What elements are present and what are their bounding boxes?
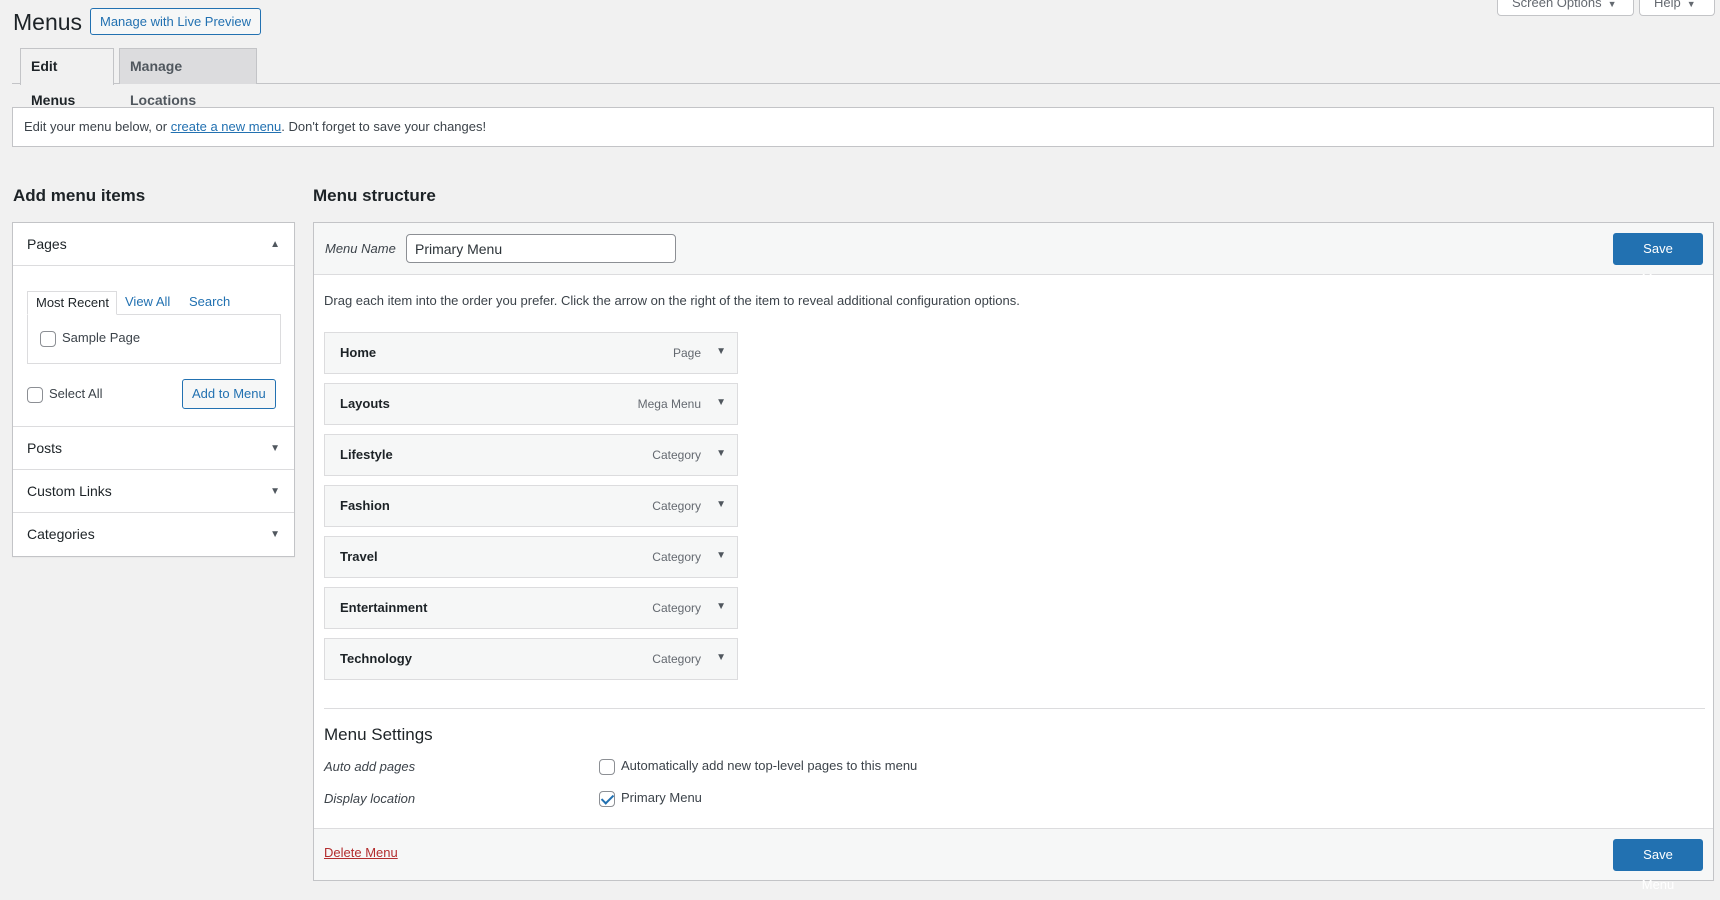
menu-instructions: Drag each item into the order you prefer… [324, 293, 1020, 308]
pages-section-title: Pages [27, 236, 67, 252]
chevron-down-icon[interactable]: ▼ [716, 639, 726, 677]
auto-add-pages-option[interactable]: Automatically add new top-level pages to… [599, 758, 917, 775]
chevron-down-icon[interactable]: ▼ [716, 537, 726, 575]
chevron-up-icon: ▲ [270, 239, 280, 250]
menu-item-title: Fashion [340, 498, 390, 513]
auto-add-pages-checkbox[interactable] [599, 758, 615, 775]
menu-settings-heading: Menu Settings [324, 725, 433, 744]
menu-management-panel: Menu Name Save Menu Drag each item into … [313, 222, 1714, 892]
chevron-down-icon: ▼ [1686, 0, 1696, 9]
menu-item-title: Layouts [340, 396, 390, 411]
chevron-down-icon: ▼ [270, 443, 280, 454]
menu-item[interactable]: Fashion Category ▼ [324, 485, 738, 527]
chevron-down-icon: ▼ [1607, 0, 1617, 9]
settings-divider [324, 708, 1705, 709]
posts-section-header[interactable]: Posts ▼ [13, 427, 294, 470]
sample-page-option[interactable]: Sample Page [40, 330, 140, 347]
tab-view-all[interactable]: View All [125, 291, 170, 315]
menu-footer: Delete Menu Save Menu [314, 828, 1713, 892]
create-new-menu-link[interactable]: create a new menu [171, 119, 282, 134]
manage-live-preview-button[interactable]: Manage with Live Preview [90, 8, 262, 35]
auto-add-pages-text: Automatically add new top-level pages to… [621, 758, 918, 773]
menu-name-input[interactable] [406, 234, 676, 263]
menu-item[interactable]: Layouts Mega Menu ▼ [324, 383, 738, 425]
tab-edit-menus[interactable]: Edit Menus [20, 48, 114, 108]
save-menu-button-bottom[interactable]: Save Menu [1613, 839, 1703, 892]
chevron-down-icon[interactable]: ▼ [716, 486, 726, 524]
tab-manage-locations[interactable]: Manage Locations [119, 48, 257, 108]
categories-section-header[interactable]: Categories ▼ [13, 513, 294, 556]
sample-page-label: Sample Page [62, 330, 141, 345]
chevron-down-icon: ▼ [270, 486, 280, 497]
page-title: Menus [13, 9, 83, 35]
menu-item-title: Home [340, 345, 377, 360]
notice-text: Edit your menu below, or [24, 119, 171, 134]
posts-section-title: Posts [27, 440, 63, 456]
auto-add-pages-label: Auto add pages [324, 759, 416, 774]
menu-item-title: Technology [340, 651, 412, 666]
primary-menu-location-checkbox[interactable] [599, 790, 615, 807]
help-label: Help [1654, 0, 1681, 10]
menu-name-label: Menu Name [325, 241, 396, 256]
menu-item[interactable]: Home Page ▼ [324, 332, 738, 374]
sample-page-checkbox[interactable] [40, 330, 56, 347]
delete-menu-link[interactable]: Delete Menu [324, 845, 398, 860]
select-all-label: Select All [49, 386, 103, 401]
chevron-down-icon: ▼ [270, 529, 280, 540]
menu-item-type: Category [652, 652, 701, 666]
display-location-label: Display location [324, 791, 416, 806]
custom-links-section-header[interactable]: Custom Links ▼ [13, 470, 294, 513]
notice-text-end: . Don't forget to save your changes! [281, 119, 487, 134]
pages-section-body: Most Recent View All Search Sample Page … [13, 266, 294, 427]
most-recent-panel: Sample Page [27, 314, 281, 364]
nav-tabs: Edit Menus Manage Locations [12, 48, 1720, 108]
screen-options-label: Screen Options [1512, 0, 1602, 10]
menu-item-type: Page [672, 346, 701, 360]
menu-item[interactable]: Lifestyle Category ▼ [324, 434, 738, 476]
chevron-down-icon[interactable]: ▼ [716, 333, 726, 371]
primary-menu-location-text: Primary Menu [621, 790, 702, 805]
menu-item-type: Mega Menu [637, 397, 701, 411]
pages-section-header[interactable]: Pages ▲ [13, 223, 294, 266]
save-menu-button-top[interactable]: Save Menu [1613, 233, 1703, 286]
custom-links-section-title: Custom Links [27, 483, 112, 499]
categories-section-title: Categories [27, 526, 95, 542]
screen-options-tab[interactable]: Screen Options ▼ [1497, 0, 1634, 16]
select-all-option[interactable]: Select All [27, 386, 102, 403]
chevron-down-icon[interactable]: ▼ [716, 435, 726, 473]
notice-banner: Edit your menu below, or create a new me… [12, 107, 1714, 147]
add-items-accordion: Pages ▲ Most Recent View All Search Samp… [12, 222, 295, 557]
display-location-option[interactable]: Primary Menu [599, 790, 702, 807]
menu-item-type: Category [652, 601, 701, 615]
tab-search[interactable]: Search [189, 291, 230, 315]
chevron-down-icon[interactable]: ▼ [716, 588, 726, 626]
menu-item[interactable]: Travel Category ▼ [324, 536, 738, 578]
select-all-checkbox[interactable] [27, 386, 43, 403]
menu-item-title: Entertainment [340, 600, 428, 615]
menu-item-type: Category [652, 448, 701, 462]
menu-structure-heading: Menu structure [313, 186, 436, 205]
menu-item-type: Category [652, 499, 701, 513]
menu-item[interactable]: Technology Category ▼ [324, 638, 738, 680]
add-to-menu-button[interactable]: Add to Menu [182, 379, 276, 409]
menu-item[interactable]: Entertainment Category ▼ [324, 587, 738, 629]
help-tab[interactable]: Help ▼ [1639, 0, 1715, 16]
menu-item-type: Category [652, 550, 701, 564]
menu-header: Menu Name Save Menu [314, 223, 1713, 286]
menu-item-title: Lifestyle [340, 447, 393, 462]
chevron-down-icon[interactable]: ▼ [716, 384, 726, 422]
add-menu-items-heading: Add menu items [13, 186, 146, 205]
tab-most-recent[interactable]: Most Recent [27, 291, 117, 315]
menu-item-title: Travel [340, 549, 378, 564]
